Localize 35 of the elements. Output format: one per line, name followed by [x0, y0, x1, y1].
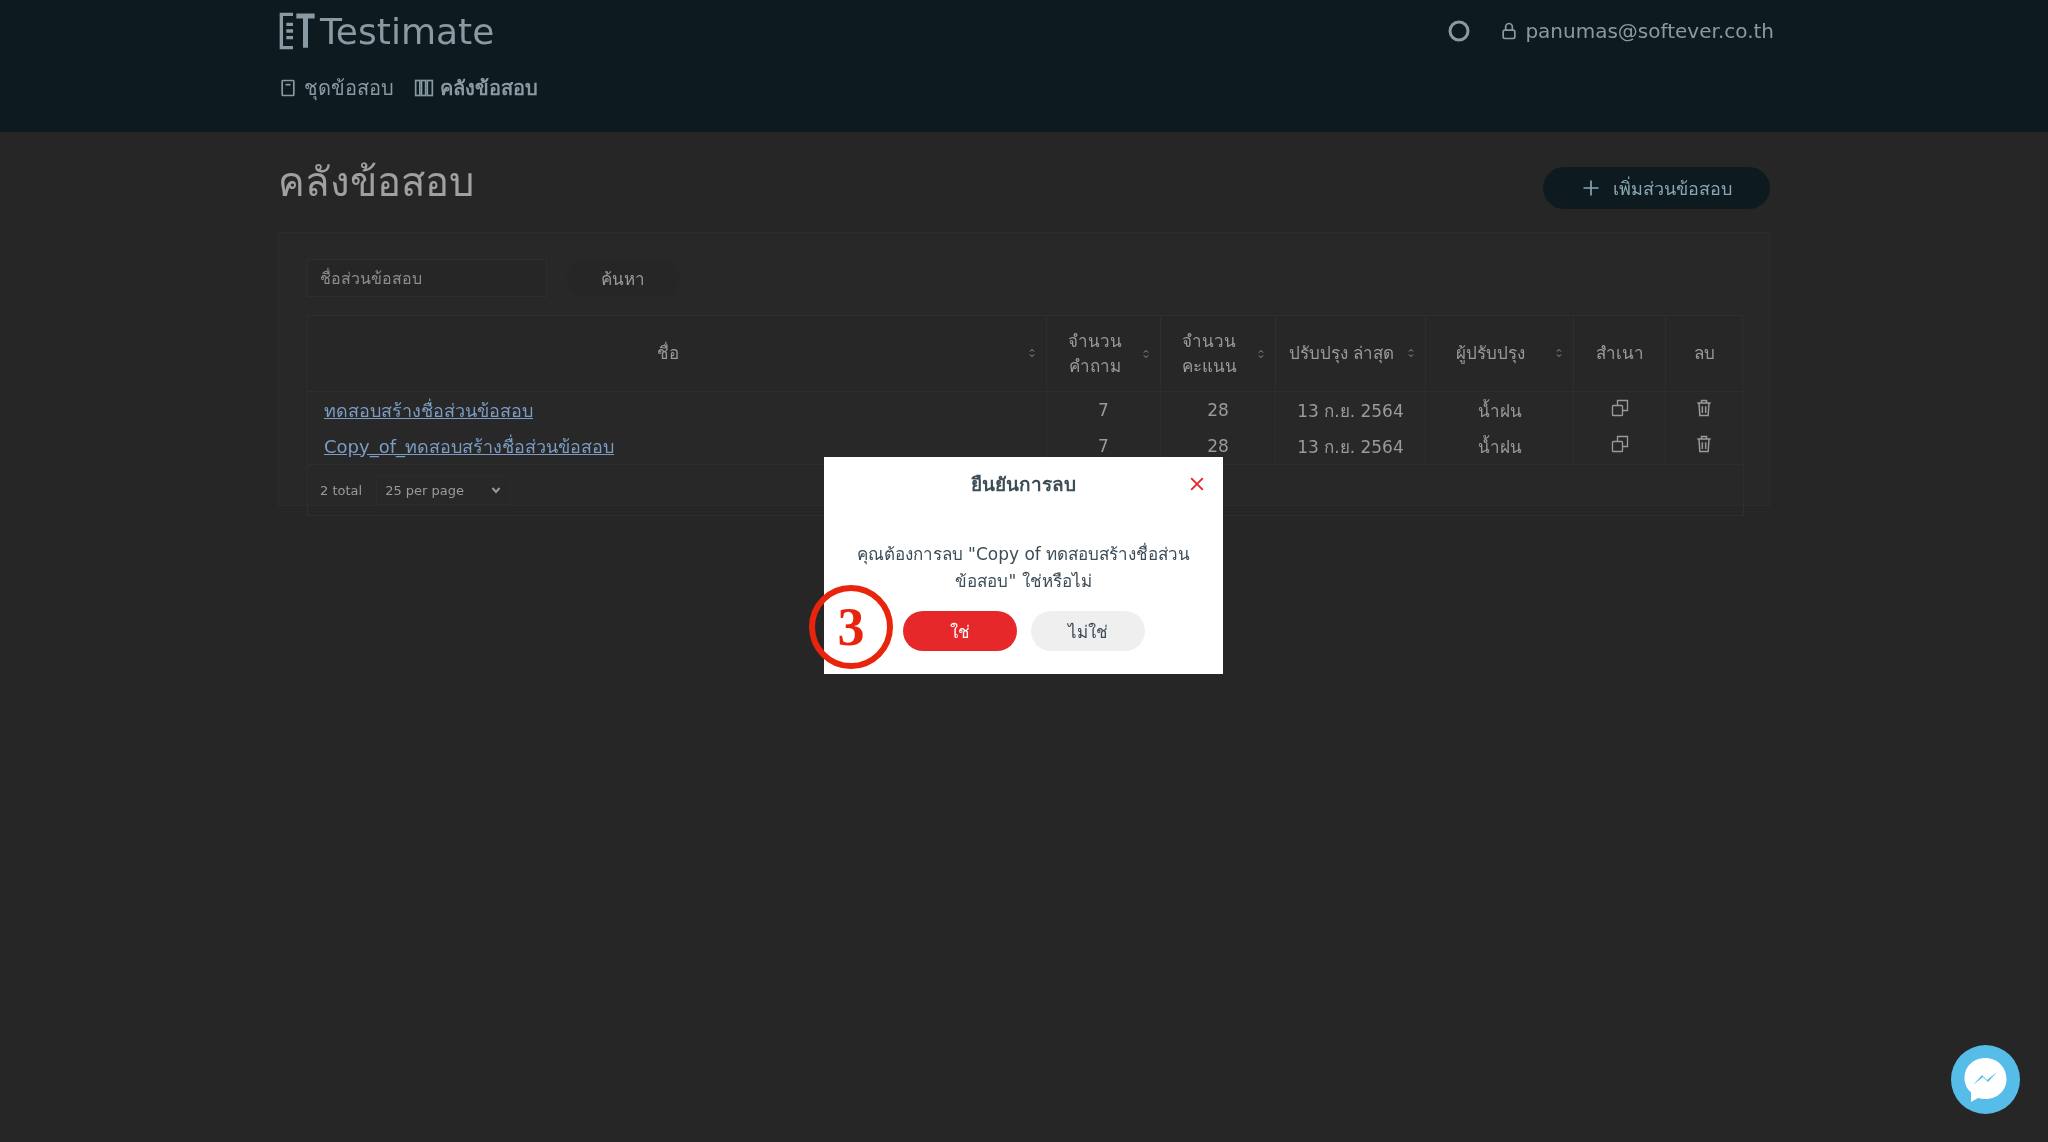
step-number-marker: 3 — [809, 585, 893, 669]
table-cell: 28 — [1207, 436, 1229, 456]
nav-link[interactable]: ชุดข้อสอบ — [278, 72, 394, 104]
logo-text: Testimate — [320, 10, 495, 52]
books-icon — [414, 77, 434, 99]
dialog-title: ยืนยันการลบ — [971, 472, 1076, 497]
user-email[interactable]: panumas@softever.co.th — [1525, 19, 1774, 43]
column-header: สำเนา — [1594, 342, 1645, 366]
table-cell: 13 ก.ย. 2564 — [1297, 400, 1404, 421]
copy-icon[interactable] — [1609, 398, 1630, 418]
plus-icon — [1581, 178, 1601, 198]
table-cell: 28 — [1207, 400, 1229, 420]
trash-icon[interactable] — [1694, 434, 1714, 454]
table-cell: น้ำฝน — [1477, 400, 1522, 421]
confirm-button[interactable]: ใช่ — [902, 611, 1017, 652]
table-cell: น้ำฝน — [1477, 436, 1522, 457]
per-page-select[interactable]: 25 per page — [376, 475, 511, 505]
section-link[interactable]: Copy_of_ทดสอบสร้างชื่อส่วนข้อสอบ — [324, 435, 614, 457]
search-field[interactable]: ชื่อส่วนข้อสอบ — [307, 259, 547, 297]
chat-bubble-icon[interactable] — [1951, 1045, 2020, 1114]
table-cell: 13 ก.ย. 2564 — [1297, 436, 1404, 457]
nav-link[interactable]: คลังข้อสอบ — [414, 72, 538, 104]
trash-icon[interactable] — [1694, 398, 1714, 418]
book-icon — [278, 77, 298, 99]
add-section-button[interactable]: เพิ่มส่วนข้อสอบ — [1543, 167, 1770, 209]
copy-icon[interactable] — [1609, 434, 1630, 454]
total-count: 2 total — [320, 482, 363, 498]
cancel-button[interactable]: ไม่ใช่ — [1030, 611, 1145, 652]
section-link[interactable]: ทดสอบสร้างชื่อส่วนข้อสอบ — [324, 399, 533, 421]
loading-icon — [1447, 19, 1472, 43]
table-cell: 7 — [1098, 400, 1109, 420]
table-cell: 7 — [1098, 436, 1109, 456]
page-title: คลังข้อสอบ — [278, 158, 474, 207]
column-header: ลบ — [1692, 342, 1716, 366]
logo-icon — [278, 10, 318, 52]
